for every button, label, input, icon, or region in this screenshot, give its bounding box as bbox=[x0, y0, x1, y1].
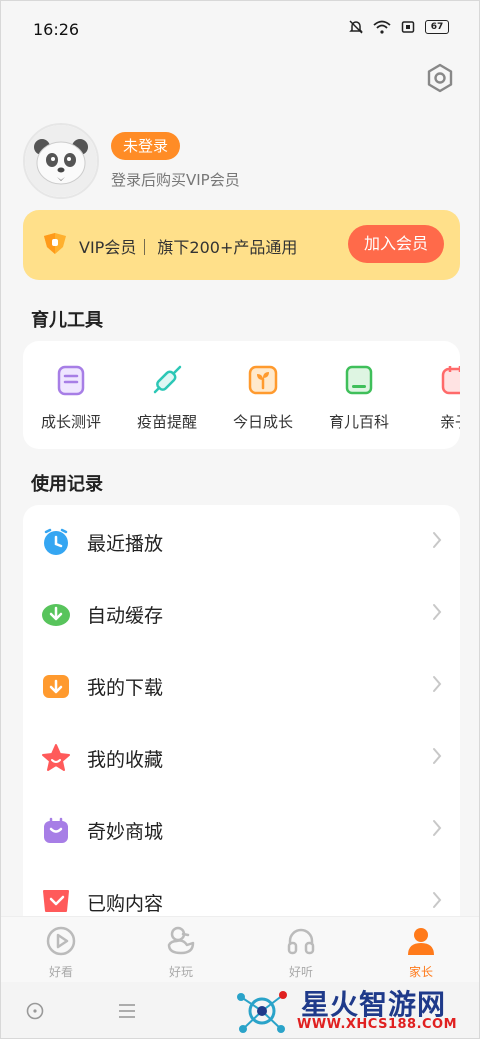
vip-banner[interactable]: VIP会员｜ 旗下200+产品通用 加入会员 bbox=[23, 210, 460, 280]
headphones-icon bbox=[287, 928, 315, 955]
chevron-right-icon bbox=[433, 532, 442, 548]
parenting-tools-panel[interactable]: 成长测评 疫苗提醒 今日成长 育儿百科 亲 bbox=[23, 341, 460, 449]
person-icon bbox=[408, 928, 434, 955]
nav-home-icon[interactable] bbox=[25, 1001, 45, 1021]
tool-label: 成长测评 bbox=[40, 413, 101, 431]
usage-records-list: 最近播放 自动缓存 我的下载 我的收藏 奇妙商城 已购内容 bbox=[23, 505, 460, 935]
tool-parent-child[interactable]: 亲子 bbox=[407, 363, 460, 432]
watermark-url: WWW.XHCS188.COM bbox=[297, 1017, 458, 1032]
status-time: 16:26 bbox=[33, 20, 80, 39]
clock-icon bbox=[44, 528, 68, 555]
cart-icon bbox=[43, 890, 69, 912]
syringe-icon bbox=[153, 365, 182, 394]
star-icon bbox=[42, 744, 70, 771]
tool-label: 亲子 bbox=[439, 413, 460, 431]
tab-label: 好玩 bbox=[168, 965, 193, 979]
vip-shield-icon bbox=[44, 233, 66, 254]
tab-watch[interactable]: 好看 bbox=[21, 925, 101, 980]
vip-banner-text: VIP会员｜ 旗下200+产品通用 bbox=[79, 238, 298, 257]
record-label: 自动缓存 bbox=[87, 605, 164, 627]
tab-label: 家长 bbox=[408, 965, 433, 979]
record-item-recent-play[interactable]: 最近播放 bbox=[23, 505, 460, 577]
avatar[interactable] bbox=[23, 123, 99, 199]
records-section-title: 使用记录 bbox=[31, 474, 103, 495]
tab-label: 好听 bbox=[288, 965, 313, 979]
book-icon bbox=[345, 365, 373, 395]
bottom-tab-bar: 好看 好玩 好听 家长 bbox=[1, 916, 479, 983]
calendar-icon bbox=[441, 366, 460, 395]
join-membership-button[interactable]: 加入会员 bbox=[348, 225, 444, 263]
record-label: 最近播放 bbox=[87, 533, 164, 555]
tool-parenting-encyclopedia[interactable]: 育儿百科 bbox=[311, 363, 407, 432]
record-label: 我的收藏 bbox=[87, 749, 164, 771]
status-bar: 16:26 67 bbox=[1, 1, 479, 57]
tab-label: 好看 bbox=[48, 965, 73, 979]
watermark: 星火智游网 WWW.XHCS188.COM bbox=[233, 983, 479, 1038]
chevron-right-icon bbox=[433, 676, 442, 692]
record-item-my-downloads[interactable]: 我的下载 bbox=[23, 649, 460, 721]
chevron-right-icon bbox=[433, 604, 442, 620]
tab-listen[interactable]: 好听 bbox=[261, 925, 341, 980]
sprout-icon bbox=[248, 365, 278, 395]
chevron-right-icon bbox=[433, 748, 442, 764]
battery-indicator: 67 bbox=[425, 20, 449, 34]
shopping-bag-icon bbox=[44, 817, 68, 843]
record-label: 我的下载 bbox=[87, 677, 164, 699]
play-circle-icon bbox=[46, 926, 76, 956]
app-screen: 16:26 67 未登录 登录后购买VIP会员 VIP会员｜ 旗下200+产品通… bbox=[0, 0, 480, 1039]
mute-bell-icon bbox=[349, 20, 363, 34]
tool-daily-growth[interactable]: 今日成长 bbox=[215, 363, 311, 432]
tools-section-title: 育儿工具 bbox=[31, 310, 103, 331]
watermark-logo-icon bbox=[237, 991, 287, 1033]
record-item-wonder-mall[interactable]: 奇妙商城 bbox=[23, 793, 460, 865]
duck-icon bbox=[167, 926, 195, 955]
tool-label: 疫苗提醒 bbox=[136, 413, 197, 431]
wifi-icon bbox=[373, 20, 391, 34]
panda-avatar-icon bbox=[25, 125, 97, 197]
record-label: 奇妙商城 bbox=[87, 821, 164, 843]
login-badge[interactable]: 未登录 bbox=[111, 132, 181, 160]
status-icons: 67 bbox=[349, 20, 449, 34]
chevron-right-icon bbox=[433, 820, 442, 836]
tool-growth-assessment[interactable]: 成长测评 bbox=[23, 363, 119, 432]
record-item-my-favorites[interactable]: 我的收藏 bbox=[23, 721, 460, 793]
tool-vaccine-reminder[interactable]: 疫苗提醒 bbox=[119, 363, 215, 432]
cache-download-icon bbox=[42, 604, 70, 626]
record-item-auto-cache[interactable]: 自动缓存 bbox=[23, 577, 460, 649]
tool-label: 育儿百科 bbox=[328, 413, 389, 431]
clipboard-icon bbox=[57, 365, 85, 396]
record-label: 已购内容 bbox=[87, 893, 164, 915]
sim-icon bbox=[401, 21, 415, 33]
folder-download-icon bbox=[43, 675, 69, 698]
tool-label: 今日成长 bbox=[232, 413, 293, 431]
login-subtitle[interactable]: 登录后购买VIP会员 bbox=[111, 169, 240, 190]
settings-gear-icon[interactable] bbox=[425, 63, 455, 93]
nav-menu-icon[interactable] bbox=[117, 1001, 137, 1021]
chevron-right-icon bbox=[433, 892, 442, 908]
tab-play[interactable]: 好玩 bbox=[141, 925, 221, 980]
tab-parent[interactable]: 家长 bbox=[381, 925, 461, 980]
